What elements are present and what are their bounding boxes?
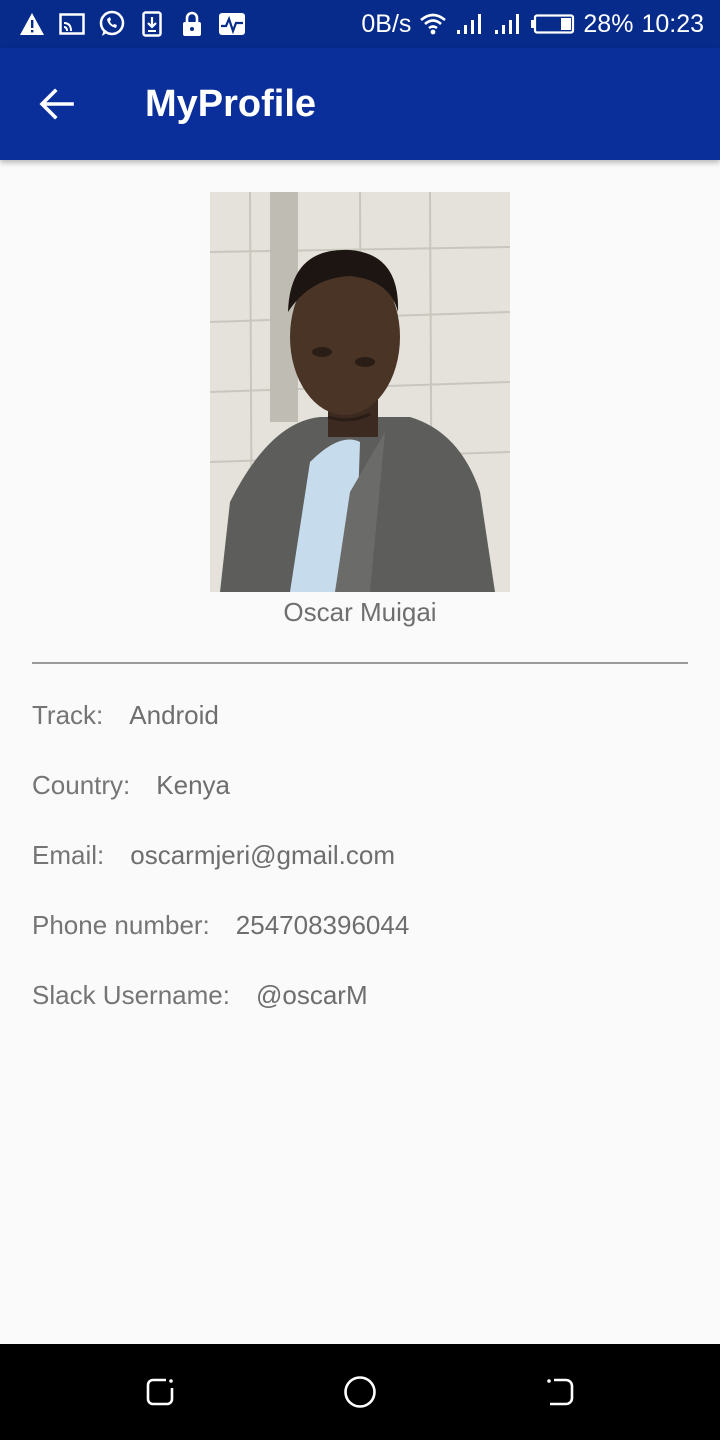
pulse-icon [218, 10, 246, 38]
phone-value: 254708396044 [235, 910, 410, 940]
track-row: Track: Android [32, 700, 219, 731]
status-right: 0B/s 28% 10:23 [361, 0, 704, 48]
lock-icon [178, 10, 206, 38]
warning-icon [18, 10, 46, 38]
system-back-button[interactable] [540, 1372, 580, 1412]
signal-icon [493, 12, 523, 36]
phone-row: Phone number: 254708396044 [32, 910, 409, 941]
email-value: oscarmjeri@gmail.com [130, 840, 396, 870]
net-speed: 0B/s [361, 9, 412, 38]
recents-icon [146, 1378, 174, 1406]
cast-icon [58, 10, 86, 38]
slack-value: @oscarM [255, 980, 368, 1010]
home-button[interactable] [340, 1372, 380, 1412]
phone-label: Phone number: [32, 910, 210, 940]
country-value: Kenya [156, 770, 230, 800]
email-row: Email: oscarmjeri@gmail.com [32, 840, 395, 871]
back-button[interactable] [28, 76, 84, 132]
battery-icon [531, 14, 575, 34]
profile-photo [210, 192, 510, 592]
divider [32, 662, 688, 664]
back-icon [547, 1378, 574, 1406]
notification-icons [18, 10, 246, 38]
home-icon [344, 1376, 376, 1408]
track-label: Track: [32, 700, 104, 730]
email-label: Email: [32, 840, 105, 870]
recents-button[interactable] [140, 1372, 180, 1412]
slack-label: Slack Username: [32, 980, 230, 1010]
whatsapp-icon [98, 10, 126, 38]
navigation-bar [0, 1344, 720, 1440]
download-icon [138, 10, 166, 38]
track-value: Android [129, 700, 219, 730]
app-bar: MyProfile [0, 48, 720, 160]
profile-name: Oscar Muigai [283, 597, 437, 627]
battery-level: 28% [583, 9, 634, 38]
page-title: MyProfile [145, 83, 317, 125]
slack-row: Slack Username: @oscarM [32, 980, 368, 1011]
status-bar: 0B/s 28% 10:23 [0, 0, 720, 48]
country-row: Country: Kenya [32, 770, 230, 801]
wifi-icon [419, 13, 447, 35]
clock: 10:23 [641, 9, 704, 38]
country-label: Country: [32, 770, 131, 800]
signal-icon [455, 12, 485, 36]
arrow-back-icon [39, 88, 74, 120]
